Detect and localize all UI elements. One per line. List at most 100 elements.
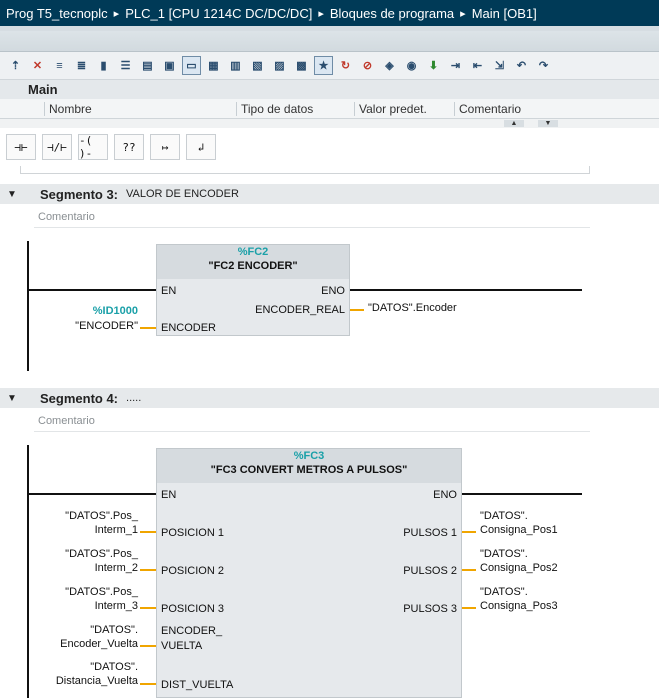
interface-header: Nombre Tipo de datos Valor predet. Comen… xyxy=(0,99,659,119)
add-row-icon[interactable]: ≣ xyxy=(72,56,91,75)
expand-down-icon[interactable]: ▼ xyxy=(538,120,558,127)
breadcrumb-project[interactable]: Prog T5_tecnoplc xyxy=(6,6,108,21)
segment-3-title[interactable]: VALOR DE ENCODER xyxy=(126,188,239,200)
delete-network-icon[interactable]: ✕ xyxy=(28,56,47,75)
monitor-on-icon[interactable]: ◈ xyxy=(380,56,399,75)
no-contact-icon[interactable]: ⊣⊢ xyxy=(6,134,36,160)
column-name[interactable]: Nombre xyxy=(44,102,92,116)
fc3-output-tag[interactable]: "DATOS". Consigna_Pos2 xyxy=(480,547,558,575)
symbol-info-icon[interactable]: ▥ xyxy=(226,56,245,75)
list-icon[interactable]: ☰ xyxy=(116,56,135,75)
power-rail xyxy=(27,445,29,698)
fc3-input-pin: POSICION 3 xyxy=(161,603,224,615)
go-offline-icon[interactable]: ⊘ xyxy=(358,56,377,75)
segment-3-label: Segmento 3: xyxy=(40,186,119,202)
fc2-input-tag[interactable]: "ENCODER" xyxy=(75,319,138,333)
segment-3-comment[interactable]: Comentario xyxy=(34,206,590,228)
go-online-icon[interactable]: ↻ xyxy=(336,56,355,75)
fc3-output-wire xyxy=(462,607,476,609)
breadcrumb-separator: ▸ xyxy=(460,7,466,20)
close-branch-icon[interactable]: ↲ xyxy=(186,134,216,160)
indent-icon[interactable]: ⇥ xyxy=(446,56,465,75)
modify-icon[interactable]: ◉ xyxy=(402,56,421,75)
expand-icon[interactable]: ▨ xyxy=(270,56,289,75)
interface-title: Main xyxy=(0,80,659,99)
fc2-header: %FC2 "FC2 ENCODER" xyxy=(157,245,349,279)
fc2-output-tag[interactable]: "DATOS".Encoder xyxy=(368,301,457,315)
fc2-output-pin: ENCODER_REAL xyxy=(255,304,345,316)
fc3-input-pin: ENCODER_ xyxy=(161,625,223,637)
fc2-en-pin: EN xyxy=(161,285,177,297)
star-icon[interactable]: ★ xyxy=(314,56,333,75)
fc2-block[interactable]: %FC2 "FC2 ENCODER" EN ENO ENCODER_REAL E… xyxy=(156,244,350,336)
open-branch-icon[interactable]: ↦ xyxy=(150,134,180,160)
segment-4-label: Segmento 4: xyxy=(40,390,119,406)
fc3-output-pin: PULSOS 2 xyxy=(403,565,457,577)
fc3-input-tag[interactable]: "DATOS". Encoder_Vuelta xyxy=(60,623,138,651)
fc2-input-address[interactable]: %ID1000 xyxy=(93,305,138,317)
fc2-input-pin: ENCODER xyxy=(161,322,217,334)
monitor-icon[interactable]: ▮ xyxy=(94,56,113,75)
editor-toolbar: ⇡ ✕ ≡ ≣ ▮ ☰ ▤ ▣ ▭ ▦ ▥ ▧ ▨ ▩ ★ ↻ ⊘ ◈ ◉ ⬇ … xyxy=(0,52,659,80)
fc3-en-pin: EN xyxy=(161,489,177,501)
empty-box-icon[interactable]: ?? xyxy=(114,134,144,160)
fc3-input-wire xyxy=(140,531,156,533)
eno-wire xyxy=(348,289,582,291)
absolute-operands-icon[interactable]: ▦ xyxy=(204,56,223,75)
fc3-input-wire xyxy=(140,683,156,685)
coil-icon[interactable]: -( )- xyxy=(78,134,108,160)
download-icon[interactable]: ⬇ xyxy=(424,56,443,75)
fc3-output-wire xyxy=(462,531,476,533)
previous-icon[interactable]: ↶ xyxy=(512,56,531,75)
breadcrumb-device[interactable]: PLC_1 [CPU 1214C DC/DC/DC] xyxy=(125,6,312,21)
previous-network-end xyxy=(20,166,590,174)
fc3-input-wire xyxy=(140,607,156,609)
fc3-output-tag[interactable]: "DATOS". Consigna_Pos3 xyxy=(480,585,558,613)
segment-3-header[interactable]: ▼ Segmento 3: VALOR DE ENCODER xyxy=(0,184,659,204)
fc2-output-wire xyxy=(350,309,364,311)
breadcrumb-folder[interactable]: Bloques de programa xyxy=(330,6,454,21)
fc3-input-tag[interactable]: "DATOS". Distancia_Vuelta xyxy=(56,660,138,688)
en-wire xyxy=(27,493,157,495)
fc3-output-wire xyxy=(462,569,476,571)
eno-wire xyxy=(461,493,582,495)
fc3-input-pin: VUELTA xyxy=(161,640,203,652)
collapse-up-icon[interactable]: ▲ xyxy=(504,120,524,127)
fc3-output-tag[interactable]: "DATOS". Consigna_Pos1 xyxy=(480,509,558,537)
comment-toggle-icon[interactable]: ▭ xyxy=(182,56,201,75)
collapse-triangle-icon[interactable]: ▼ xyxy=(0,393,24,404)
splitter[interactable]: ▲ ▼ xyxy=(0,119,659,128)
segment-4-title[interactable]: ..... xyxy=(126,392,141,404)
column-comment[interactable]: Comentario xyxy=(454,102,654,116)
fc3-input-pin: POSICION 2 xyxy=(161,565,224,577)
fc3-input-tag[interactable]: "DATOS".Pos_ Interm_1 xyxy=(65,509,138,537)
segment-4-header[interactable]: ▼ Segmento 4: ..... xyxy=(0,388,659,408)
outdent-icon[interactable]: ⇤ xyxy=(468,56,487,75)
fc3-block[interactable]: %FC3 "FC3 CONVERT METROS A PULSOS" EN EN… xyxy=(156,448,462,698)
fc3-instance: %FC3 xyxy=(293,450,325,462)
favorites-icon[interactable]: ▧ xyxy=(248,56,267,75)
breadcrumb-block[interactable]: Main [OB1] xyxy=(472,6,537,21)
ladder-element-bar: ⊣⊢ ⊣/⊢ -( )- ?? ↦ ↲ xyxy=(0,128,659,166)
insert-row-icon[interactable]: ≡ xyxy=(50,56,69,75)
fc3-header: %FC3 "FC3 CONVERT METROS A PULSOS" xyxy=(157,449,461,483)
fc2-name: "FC2 ENCODER" xyxy=(208,260,298,272)
segment-4-comment[interactable]: Comentario xyxy=(34,410,590,432)
fc3-input-wire xyxy=(140,569,156,571)
nc-contact-icon[interactable]: ⊣/⊢ xyxy=(42,134,72,160)
step-icon[interactable]: ⇲ xyxy=(490,56,509,75)
next-icon[interactable]: ↷ xyxy=(534,56,553,75)
column-data-type[interactable]: Tipo de datos xyxy=(236,102,313,116)
column-default-value[interactable]: Valor predet. xyxy=(354,102,427,116)
collapse-triangle-icon[interactable]: ▼ xyxy=(0,189,24,200)
fc3-eno-pin: ENO xyxy=(433,489,457,501)
layout-icon[interactable]: ▣ xyxy=(160,56,179,75)
fc3-input-tag[interactable]: "DATOS".Pos_ Interm_3 xyxy=(65,585,138,613)
window-icon[interactable]: ▤ xyxy=(138,56,157,75)
editor-header-strip xyxy=(0,26,659,52)
fc3-input-tag[interactable]: "DATOS".Pos_ Interm_2 xyxy=(65,547,138,575)
fc3-output-pin: PULSOS 3 xyxy=(403,603,457,615)
insert-network-icon[interactable]: ⇡ xyxy=(6,56,25,75)
fc3-output-pin: PULSOS 1 xyxy=(403,527,457,539)
tag-info-icon[interactable]: ▩ xyxy=(292,56,311,75)
